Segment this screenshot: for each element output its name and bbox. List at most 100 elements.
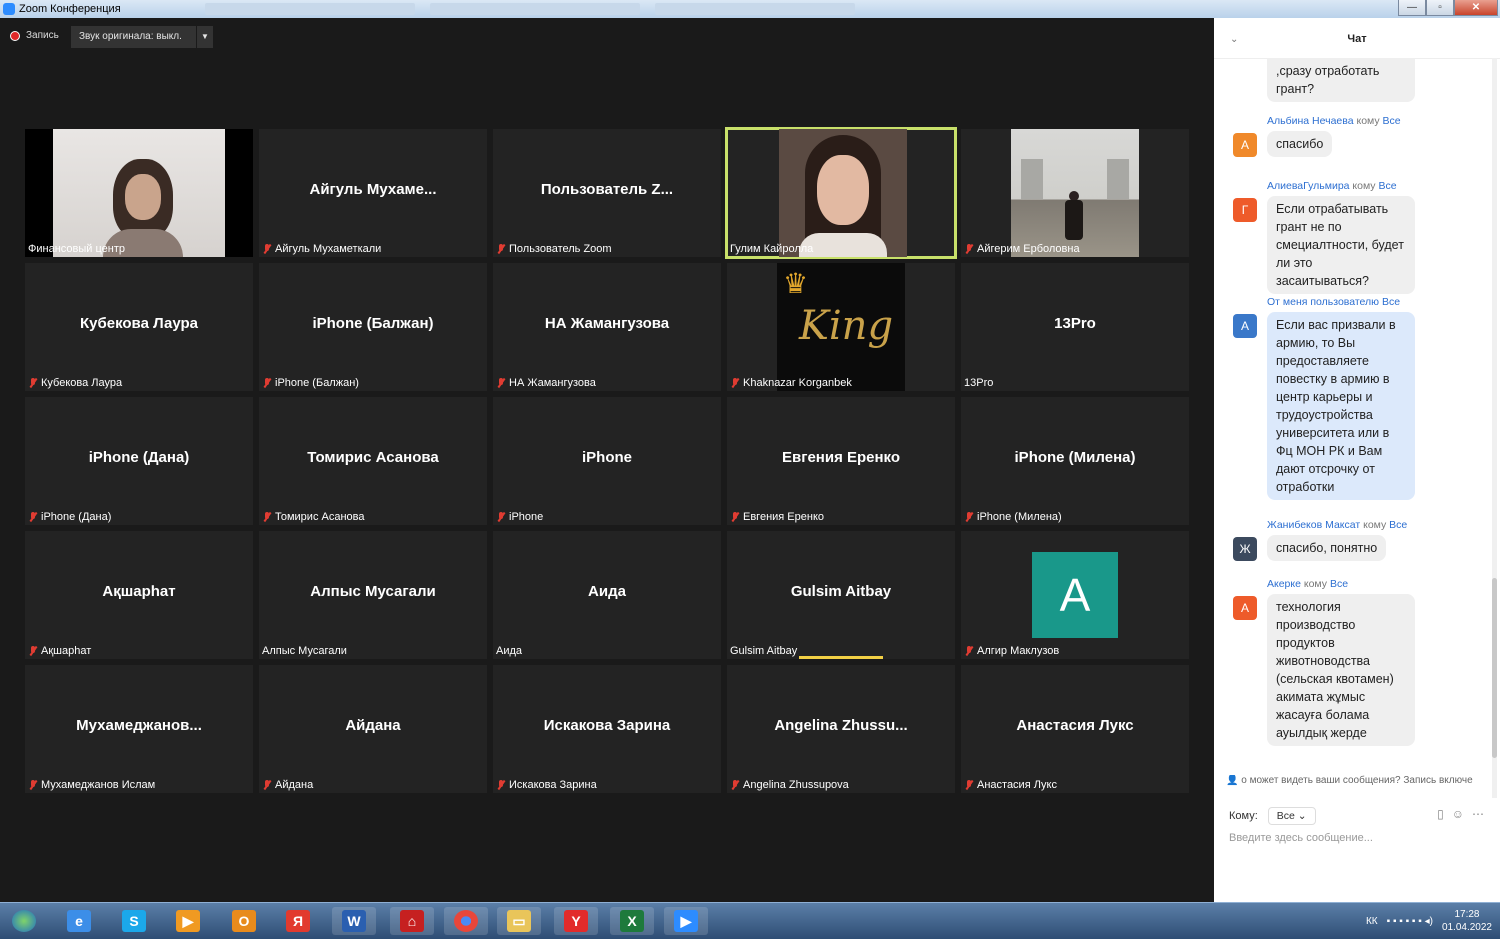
participant-tile[interactable]: 13Pro 13Pro bbox=[961, 263, 1189, 391]
participant-name-label: 13Pro bbox=[964, 377, 994, 389]
participant-tile[interactable]: A Алгир Маклузов bbox=[961, 531, 1189, 659]
recording-indicator[interactable]: Запись bbox=[10, 30, 59, 41]
participant-tile[interactable]: Айгерим Ерболовна bbox=[961, 129, 1189, 257]
excel-taskbar-icon[interactable]: X bbox=[610, 907, 654, 935]
original-sound-label: Звук оригинала: выкл. bbox=[79, 31, 182, 42]
minimize-button[interactable]: — bbox=[1398, 0, 1426, 16]
participant-name-label: Анастасия Лукс bbox=[964, 779, 1057, 791]
participant-name-display: Айдана bbox=[345, 717, 401, 734]
participant-name-display: Ақшарһат bbox=[102, 583, 176, 600]
chrome-taskbar-icon[interactable] bbox=[444, 907, 488, 935]
chat-title: Чат bbox=[1347, 33, 1367, 45]
mic-muted-icon bbox=[496, 511, 506, 523]
time: 17:28 bbox=[1454, 909, 1480, 920]
chat-recipient: Кому: Все ⌄ bbox=[1229, 807, 1316, 825]
ie-taskbar-icon[interactable]: e bbox=[57, 907, 101, 935]
system-tray: КК ▪ ▪ ▪ ▪ ▪ ▪ ◂) 17:28 01.04.2022 bbox=[1366, 908, 1492, 934]
chat-header: ⌄ Чат bbox=[1214, 18, 1500, 59]
original-sound-dropdown[interactable]: Звук оригинала: выкл. ▼ bbox=[71, 26, 213, 48]
sender-avatar: A bbox=[1233, 314, 1257, 338]
window-title: Zoom Конференция bbox=[19, 3, 121, 15]
participant-tile[interactable]: Мухамеджанов... Мухамеджанов Ислам bbox=[25, 665, 253, 793]
mic-muted-icon bbox=[964, 645, 974, 657]
participant-tile[interactable]: Айгуль Мухаме... Айгуль Мухаметкали bbox=[259, 129, 487, 257]
mic-muted-icon bbox=[964, 243, 974, 255]
participant-tile[interactable]: Gulsim Aitbay Gulsim Aitbay bbox=[727, 531, 955, 659]
participant-tile[interactable]: iPhone (Балжан) iPhone (Балжан) bbox=[259, 263, 487, 391]
media-taskbar-icon[interactable]: ▶ bbox=[166, 907, 210, 935]
chat-privacy-notice[interactable]: 👤 о может видеть ваши сообщения? Запись … bbox=[1226, 775, 1494, 786]
language-indicator[interactable]: КК bbox=[1366, 916, 1378, 927]
participant-name-label: Алпыс Мусагали bbox=[262, 645, 347, 657]
start-taskbar-icon[interactable] bbox=[2, 907, 46, 935]
participant-name-label: Khaknazar Korganbek bbox=[730, 377, 852, 389]
explorer-taskbar-icon[interactable]: ▭ bbox=[497, 907, 541, 935]
participant-tile[interactable]: Гулим Кайролла bbox=[725, 127, 957, 259]
mic-muted-icon bbox=[28, 377, 38, 389]
chevron-down-icon[interactable]: ▼ bbox=[196, 26, 213, 48]
participant-name-display: Айгуль Мухаме... bbox=[309, 181, 437, 198]
participant-name-display: Кубекова Лаура bbox=[79, 315, 198, 332]
maximize-button[interactable]: ▫ bbox=[1426, 0, 1454, 16]
participant-tile[interactable]: iPhone (Милена) iPhone (Милена) bbox=[961, 397, 1189, 525]
clock[interactable]: 17:28 01.04.2022 bbox=[1442, 908, 1492, 934]
outlook-taskbar-icon[interactable]: O bbox=[222, 907, 266, 935]
more-icon[interactable]: ⋯ bbox=[1472, 807, 1484, 821]
message-bubble[interactable]: спасибо bbox=[1267, 131, 1333, 157]
skype-taskbar-icon[interactable]: S bbox=[112, 907, 156, 935]
participant-tile[interactable]: Ақшарһат Ақшарһат bbox=[25, 531, 253, 659]
participant-name-display: Мухамеджанов... bbox=[76, 717, 202, 734]
participant-tile[interactable]: iPhone iPhone bbox=[493, 397, 721, 525]
participant-tile[interactable]: Искакова Зарина Искакова Зарина bbox=[493, 665, 721, 793]
yandex-taskbar-icon[interactable]: Y bbox=[554, 907, 598, 935]
participant-tile[interactable]: Алпыс Мусагали Алпыс Мусагали bbox=[259, 531, 487, 659]
meeting-gallery: Запись Звук оригинала: выкл. ▼ Финансовы… bbox=[0, 18, 1214, 902]
message-bubble[interactable]: Если вас призвали в армию, то Вы предост… bbox=[1267, 312, 1415, 500]
sender-avatar: Ж bbox=[1233, 537, 1257, 561]
participant-name-label: Кубекова Лаура bbox=[28, 377, 122, 389]
speaking-indicator bbox=[799, 656, 883, 659]
zoom-taskbar-icon[interactable]: ▶ bbox=[664, 907, 708, 935]
participant-tile[interactable]: iPhone (Дана) iPhone (Дана) bbox=[25, 397, 253, 525]
message-bubble[interactable]: ,сразу отработать грант? bbox=[1267, 58, 1415, 102]
recipient-dropdown[interactable]: Все ⌄ bbox=[1267, 807, 1316, 825]
word-taskbar-icon[interactable]: W bbox=[332, 907, 376, 935]
file-icon[interactable]: ▯ bbox=[1437, 807, 1444, 821]
participant-name-display: iPhone (Милена) bbox=[1014, 449, 1136, 466]
participant-tile[interactable]: Пользователь Z... Пользователь Zoom bbox=[493, 129, 721, 257]
emoji-icon[interactable]: ☺ bbox=[1452, 807, 1464, 821]
yandex-browser-taskbar-icon[interactable]: Я bbox=[276, 907, 320, 935]
participant-tile[interactable]: Аида Аида bbox=[493, 531, 721, 659]
participant-tile[interactable]: Кубекова Лаура Кубекова Лаура bbox=[25, 263, 253, 391]
participant-tile[interactable]: Томирис Асанова Томирис Асанова bbox=[259, 397, 487, 525]
background-tab bbox=[205, 3, 415, 15]
participant-tile[interactable]: Анастасия Лукс Анастасия Лукс bbox=[961, 665, 1189, 793]
mic-muted-icon bbox=[964, 511, 974, 523]
message-bubble[interactable]: технология производство продуктов животн… bbox=[1267, 594, 1415, 746]
pdf-taskbar-icon[interactable]: ⌂ bbox=[390, 907, 434, 935]
privacy-text: о может видеть ваши сообщения? Запись вк… bbox=[1241, 775, 1473, 786]
message-bubble[interactable]: спасибо, понятно bbox=[1267, 535, 1387, 561]
participant-name-display: Евгения Еренко bbox=[781, 449, 901, 466]
message-bubble[interactable]: Если отрабатывать грант не по смециалтно… bbox=[1267, 196, 1415, 294]
close-button[interactable]: ✕ bbox=[1454, 0, 1498, 16]
participant-tile[interactable]: ♛ King Khaknazar Korganbek bbox=[727, 263, 955, 391]
participant-tile[interactable]: НА Жамангузова НА Жамангузова bbox=[493, 263, 721, 391]
participant-tile[interactable]: Финансовый центр bbox=[25, 129, 253, 257]
participant-tile[interactable]: Евгения Еренко Евгения Еренко bbox=[727, 397, 955, 525]
participant-name-display: Аида bbox=[588, 583, 626, 600]
windows-taskbar: e S ▶ O Я W ⌂ ▭ Y X ▶ КК ▪ ▪ ▪ ▪ ▪ ▪ ◂) 17:28 01.0… bbox=[0, 902, 1500, 939]
participant-tile[interactable]: Angelina Zhussu... Angelina Zhussupova bbox=[727, 665, 955, 793]
chat-scrollbar[interactable] bbox=[1492, 58, 1497, 798]
privacy-icon: 👤 bbox=[1226, 775, 1239, 786]
chat-input[interactable]: Введите здесь сообщение... bbox=[1229, 832, 1373, 844]
mic-muted-icon bbox=[28, 645, 38, 657]
participant-name-label: Мухамеджанов Ислам bbox=[28, 779, 155, 791]
participant-tile[interactable]: Айдана Айдана bbox=[259, 665, 487, 793]
scroll-thumb[interactable] bbox=[1492, 578, 1497, 758]
participant-name-label: Gulsim Aitbay bbox=[730, 645, 798, 657]
mic-muted-icon bbox=[964, 779, 974, 791]
tray-icons[interactable]: ▪ ▪ ▪ ▪ ▪ ▪ ◂) bbox=[1387, 916, 1433, 927]
participant-name-display: iPhone (Балжан) bbox=[312, 315, 434, 332]
mic-muted-icon bbox=[496, 779, 506, 791]
